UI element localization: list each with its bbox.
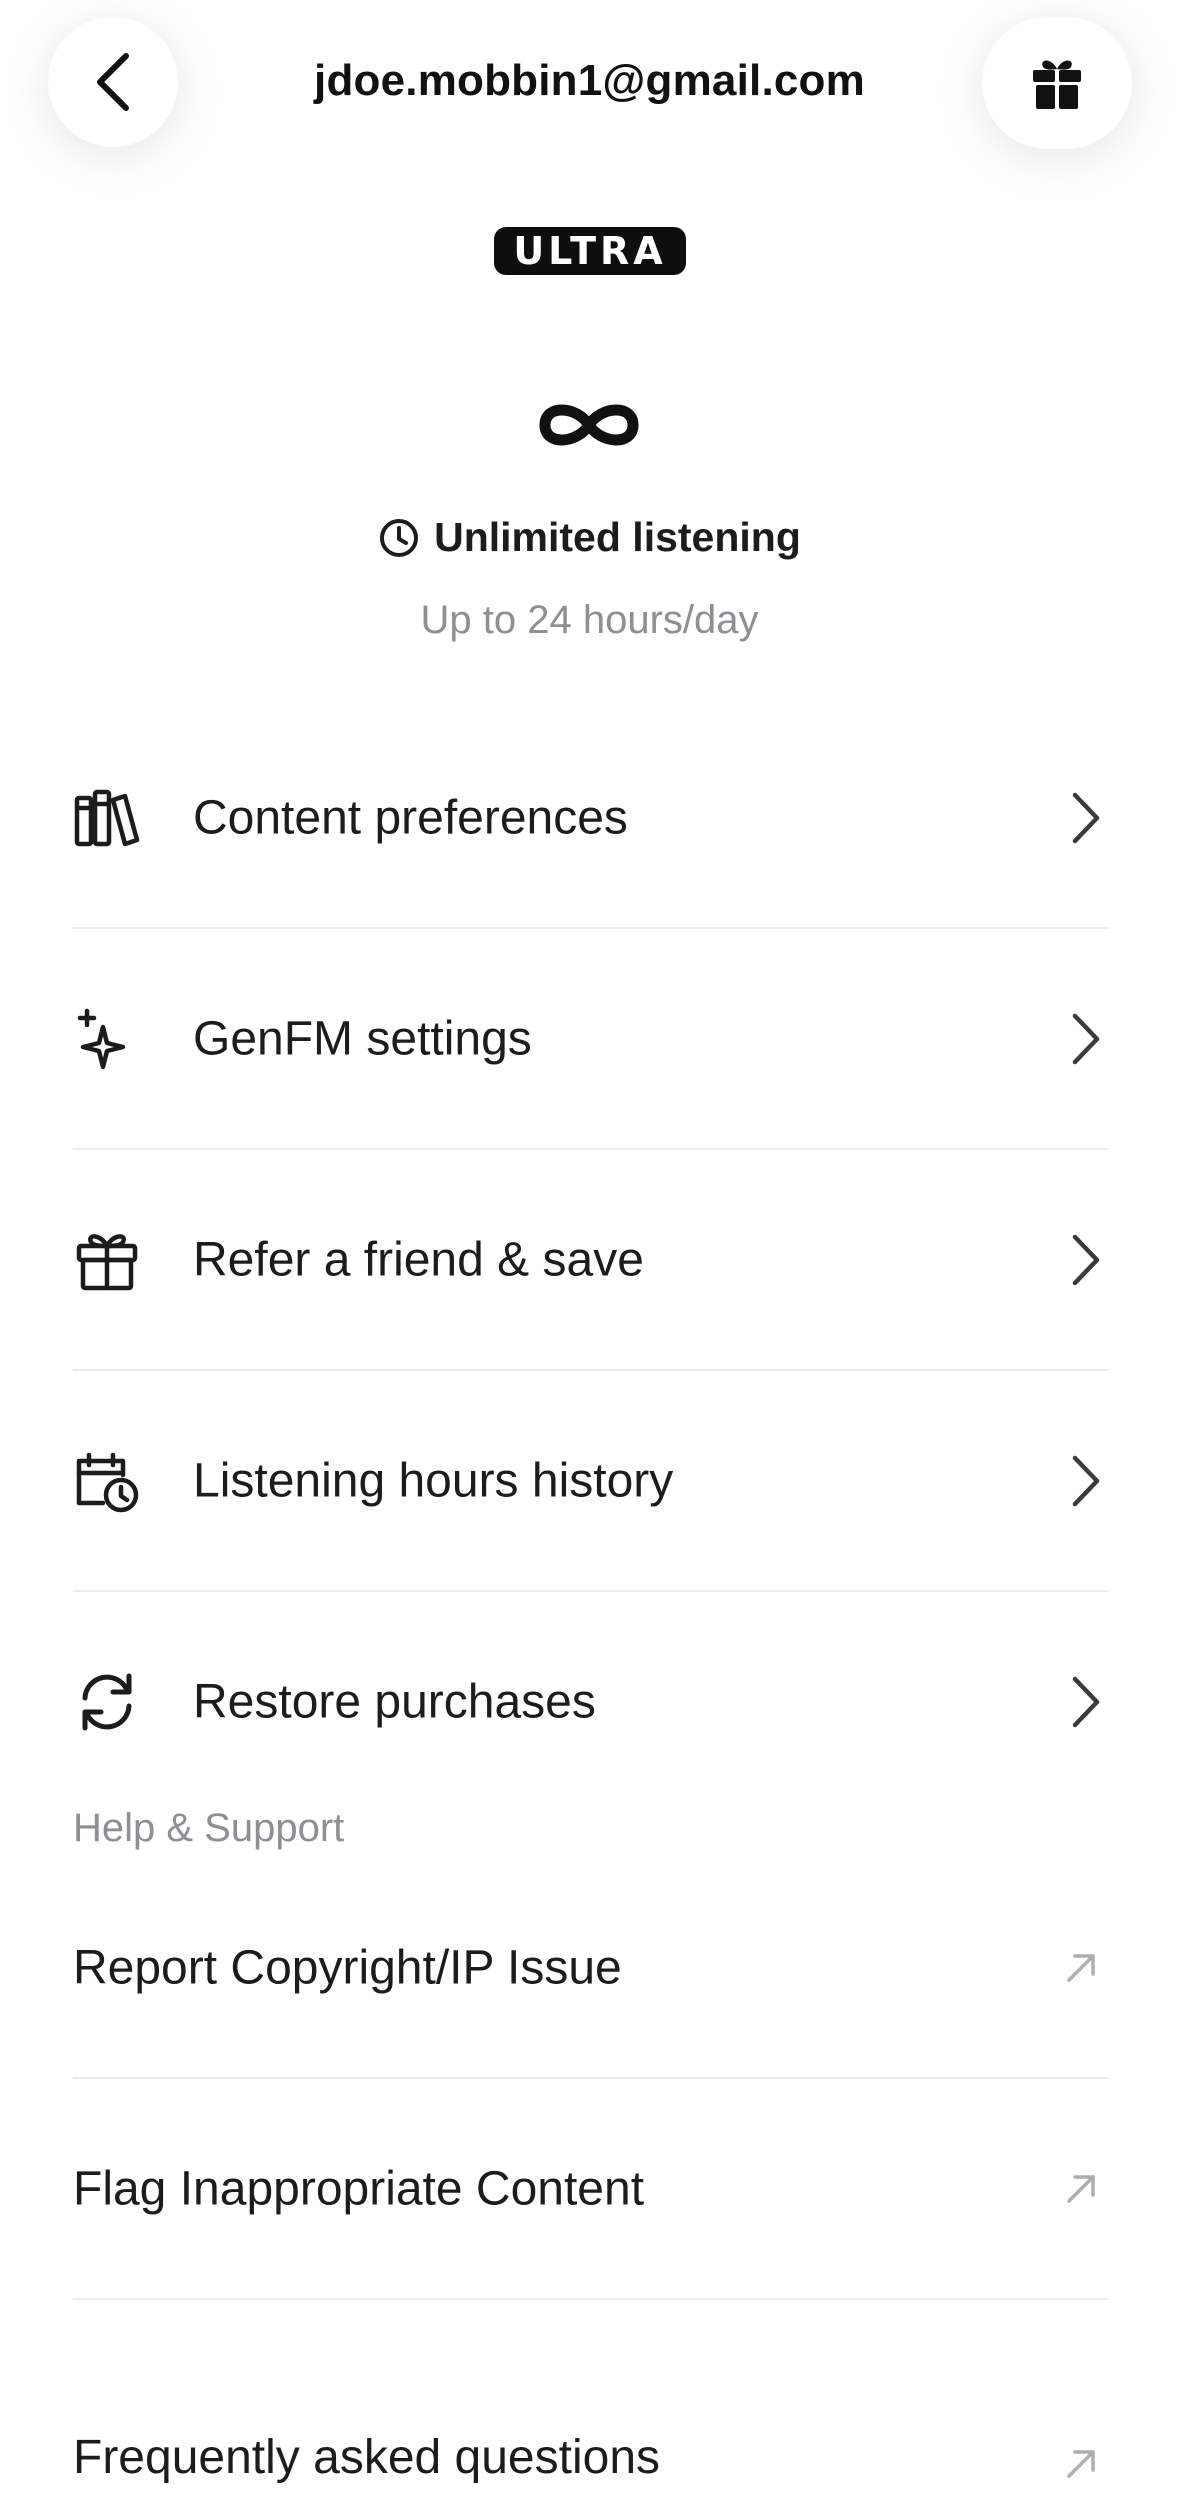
listening-title: Unlimited listening — [434, 514, 801, 560]
infinity-icon — [539, 404, 639, 446]
gift-button[interactable] — [982, 17, 1132, 149]
menu-item-label: Refer a friend & save — [193, 1233, 644, 1286]
refresh-icon — [82, 1673, 132, 1730]
ultra-plan-badge: ULTRA — [494, 227, 686, 275]
chevron-right-icon — [1072, 1455, 1100, 1506]
support-item-faq[interactable]: Frequently asked questions — [73, 2300, 1109, 2519]
chevron-right-icon — [1072, 1013, 1100, 1064]
listening-quota: Unlimited listening — [0, 514, 1179, 561]
library-books-icon — [74, 789, 140, 846]
sparkles-icon — [77, 1008, 126, 1069]
back-button[interactable] — [48, 17, 178, 147]
account-email-title: jdoe.mobbin1@gmail.com — [314, 56, 865, 105]
support-item-flag-content[interactable]: Flag Inappropriate Content — [73, 2079, 1109, 2298]
gift-icon — [1033, 60, 1081, 109]
calendar-clock-icon — [76, 1452, 139, 1512]
listening-subtitle: Up to 24 hours/day — [420, 598, 759, 642]
external-arrow-icon — [1067, 2450, 1095, 2478]
chevron-right-icon — [1072, 1234, 1100, 1285]
support-item-label: Flag Inappropriate Content — [73, 2162, 645, 2215]
clock-icon — [380, 518, 419, 557]
menu-item-label: Listening hours history — [193, 1454, 674, 1507]
gift-icon — [76, 1233, 138, 1290]
support-item-label: Report Copyright/IP Issue — [73, 1941, 622, 1994]
support-links: Report Copyright/IP Issue Flag Inappropr… — [73, 1858, 1109, 2519]
menu-item-genfm-settings[interactable]: GenFM settings — [73, 929, 1109, 1148]
menu-item-restore-purchases[interactable]: Restore purchases — [73, 1592, 1109, 1811]
menu-item-content-preferences[interactable]: Content preferences — [73, 708, 1109, 927]
external-arrow-icon — [1067, 1953, 1095, 1982]
support-item-report-copyright[interactable]: Report Copyright/IP Issue — [73, 1858, 1109, 2077]
menu-item-label: Content preferences — [193, 791, 628, 844]
menu-item-refer-a-friend[interactable]: Refer a friend & save — [73, 1150, 1109, 1369]
chevron-left-icon — [97, 53, 129, 111]
top-bar: jdoe.mobbin1@gmail.com — [0, 0, 1179, 170]
settings-menu: Content preferences GenFM settings Refer… — [73, 708, 1109, 1811]
menu-item-listening-hours-history[interactable]: Listening hours history — [73, 1371, 1109, 1590]
support-item-label: Frequently asked questions — [73, 2431, 661, 2484]
section-header-help-support: Help & Support — [73, 1806, 345, 1850]
external-arrow-icon — [1067, 2174, 1095, 2203]
chevron-right-icon — [1072, 1676, 1100, 1727]
menu-item-label: GenFM settings — [193, 1012, 532, 1065]
chevron-right-icon — [1072, 792, 1100, 843]
menu-item-label: Restore purchases — [193, 1675, 596, 1728]
